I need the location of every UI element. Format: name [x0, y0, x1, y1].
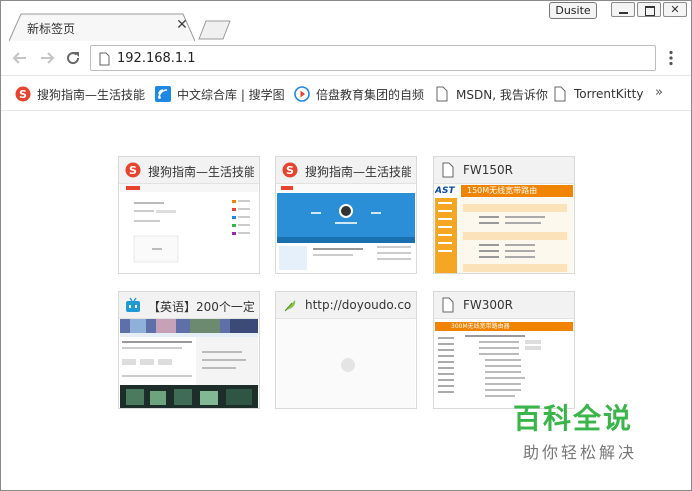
tab-strip: 新标签页 ✕ Dusite ✕ [1, 1, 691, 41]
page-icon [554, 86, 566, 102]
close-window-button[interactable]: ✕ [663, 2, 687, 17]
most-visited-tile[interactable]: http://doyoudo.com/ [275, 291, 417, 409]
tile-thumbnail: 300M无线宽带路由器 [435, 319, 573, 408]
browser-window: 新标签页 ✕ Dusite ✕ 192.168.1.1 S 搜狗指南—生活技能 … [0, 0, 692, 491]
page-icon [442, 162, 454, 178]
tile-title: 搜狗指南—生活技能主 [148, 165, 254, 179]
thumbnail-image [120, 319, 258, 408]
tile-thumbnail [120, 184, 258, 273]
minimize-icon [619, 12, 628, 14]
tile-header: FW150R [434, 157, 574, 184]
maximize-button[interactable] [637, 2, 661, 17]
thumbnail-image [120, 184, 258, 273]
page-icon [99, 52, 110, 66]
minimize-button[interactable] [611, 2, 635, 17]
bookmark-label: 搜狗指南—生活技能 [37, 87, 146, 102]
tile-thumbnail [277, 184, 415, 273]
thumbnail-image [277, 319, 415, 408]
bookmark-item-education[interactable]: 倍盘教育集团的自频 [294, 85, 424, 103]
tab-title: 新标签页 [27, 22, 76, 36]
bookmark-label: TorrentKitty [574, 87, 644, 101]
tile-header: S 搜狗指南—生活技能主 [119, 157, 259, 184]
new-tab-button[interactable] [197, 20, 233, 40]
tile-header: 【英语】200个一定要 [119, 292, 259, 319]
tile-header: S 搜狗指南—生活技能主 [276, 157, 416, 184]
tab-close-icon[interactable]: ✕ [175, 18, 189, 32]
tile-header: FW300R [434, 292, 574, 319]
bookmarks-bar: S 搜狗指南—生活技能 中文综合库 | 搜学图 倍盘教育集团的自频 MSDN, … [1, 76, 691, 111]
sogou-icon: S [15, 86, 31, 102]
menu-kebab-icon[interactable] [665, 50, 677, 66]
library-icon [155, 86, 171, 102]
bookmark-item-sogou[interactable]: S 搜狗指南—生活技能 [15, 85, 145, 103]
most-visited-tile[interactable]: FW150R AST 150M无线宽带路由 [433, 156, 575, 274]
tile-header: http://doyoudo.com/ [276, 292, 416, 319]
watermark: 百科全说 助你轻松解决 [513, 397, 663, 463]
bilibili-tv-icon [126, 297, 140, 312]
most-visited-tile[interactable]: S 搜狗指南—生活技能主 [275, 156, 417, 274]
address-bar[interactable]: 192.168.1.1 [90, 45, 656, 71]
maximize-icon [645, 6, 655, 16]
browser-toolbar: 192.168.1.1 [1, 41, 691, 76]
svg-text:S: S [286, 164, 294, 177]
tile-title: 【英语】200个一定要 [148, 300, 254, 314]
bookmark-label: MSDN, 我告诉你 [456, 87, 548, 102]
thumbnail-image [277, 184, 415, 273]
url-text: 192.168.1.1 [117, 51, 196, 66]
tile-title: 搜狗指南—生活技能主 [305, 165, 411, 179]
back-arrow-icon[interactable] [12, 50, 28, 66]
bookmarks-overflow-chevron-icon[interactable]: » [655, 85, 663, 100]
watermark-subtitle: 助你轻松解决 [523, 443, 638, 462]
watermark-title: 百科全说 [513, 402, 634, 435]
bookmark-label: 中文综合库 | 搜学图 [177, 87, 285, 102]
tile-thumbnail: AST 150M无线宽带路由 [435, 184, 573, 273]
tile-title: FW150R [463, 163, 514, 177]
reload-icon[interactable] [65, 50, 81, 66]
most-visited-tile[interactable]: FW300R 300M无线宽带路由器 [433, 291, 575, 409]
tile-title: http://doyoudo.com/ [305, 298, 411, 312]
thumbnail-image [435, 198, 573, 273]
svg-text:S: S [129, 164, 137, 177]
tile-thumbnail [277, 319, 415, 408]
tab-new-tab[interactable]: 新标签页 ✕ [9, 13, 195, 41]
most-visited-tile[interactable]: 【英语】200个一定要 [118, 291, 260, 409]
sogou-icon: S [282, 162, 298, 178]
most-visited-tile[interactable]: S 搜狗指南—生活技能主 [118, 156, 260, 274]
sogou-icon: S [125, 162, 141, 178]
tile-thumbnail [120, 319, 258, 408]
page-icon [442, 297, 454, 313]
profile-badge[interactable]: Dusite [549, 2, 597, 19]
thumbnail-image [435, 333, 541, 408]
play-icon [294, 86, 310, 102]
close-icon: ✕ [670, 3, 680, 16]
bookmark-label: 倍盘教育集团的自频 [316, 87, 425, 102]
window-controls: ✕ [611, 2, 687, 20]
leaf-icon [284, 300, 296, 312]
page-icon [436, 86, 448, 102]
bookmark-item-msdn[interactable]: MSDN, 我告诉你 [434, 85, 548, 103]
bookmark-item-library[interactable]: 中文综合库 | 搜学图 [155, 85, 285, 103]
forward-arrow-icon[interactable] [39, 50, 55, 66]
tile-title: FW300R [463, 298, 514, 312]
bookmark-item-torrentkitty[interactable]: TorrentKitty [552, 85, 643, 103]
svg-text:S: S [19, 88, 27, 101]
